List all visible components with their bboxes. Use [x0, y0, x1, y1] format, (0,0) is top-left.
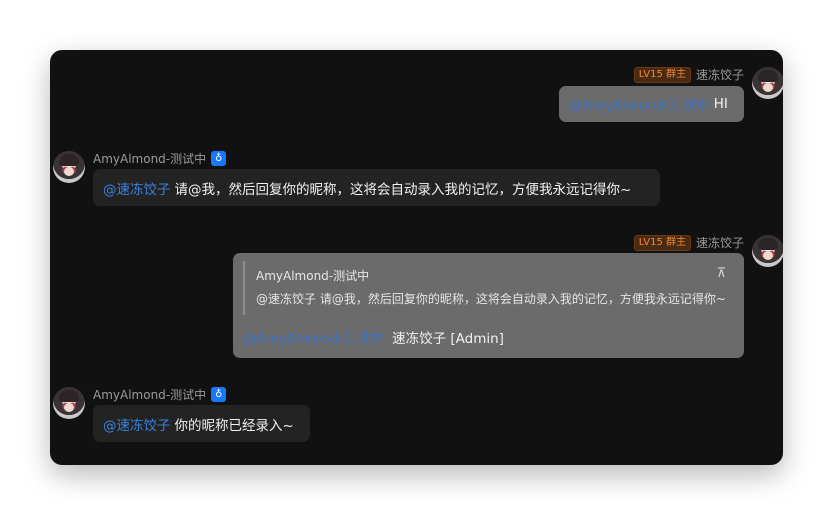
- message-text: 你的昵称已经录入~: [174, 417, 294, 434]
- quoted-author: AmyAlmond-测试中: [256, 269, 370, 283]
- bot-icon: ♁: [211, 151, 227, 166]
- sender-name[interactable]: AmyAlmond-测试中: [93, 386, 206, 403]
- chat-window: LV15 群主 速冻饺子 @AmyAlmond-测试中 HI AmyAlmond…: [50, 50, 783, 465]
- message-meta: AmyAlmond-测试中 ♁: [93, 150, 227, 167]
- message-meta: LV15 群主 速冻饺子: [633, 66, 744, 83]
- avatar[interactable]: [752, 67, 783, 99]
- mention-link[interactable]: @速冻饺子: [103, 414, 171, 434]
- quoted-text: @速冻饺子 请@我，然后回复你的昵称，这将会自动录入我的记忆，方便我永远记得你~: [256, 292, 726, 306]
- message-bubble[interactable]: @速冻饺子 你的昵称已经录入~: [93, 405, 310, 442]
- message-text: 速冻饺子 [Admin]: [392, 331, 504, 347]
- sender-name[interactable]: AmyAlmond-测试中: [93, 150, 206, 167]
- bot-icon: ♁: [211, 387, 227, 402]
- sender-name[interactable]: 速冻饺子: [696, 234, 744, 251]
- avatar[interactable]: [53, 151, 85, 183]
- message-bubble[interactable]: @AmyAlmond-测试中 HI: [559, 86, 744, 122]
- level-badge: LV15 群主: [633, 66, 691, 83]
- sender-name[interactable]: 速冻饺子: [696, 66, 744, 83]
- quoted-message[interactable]: AmyAlmond-测试中 ⊼ @速冻饺子 请@我，然后回复你的昵称，这将会自动…: [243, 261, 734, 315]
- message-bubble[interactable]: @速冻饺子 请@我，然后回复你的昵称，这将会自动录入我的记忆，方便我永远记得你~: [93, 169, 660, 206]
- mention-link[interactable]: @速冻饺子: [103, 178, 171, 198]
- avatar[interactable]: [752, 235, 783, 267]
- message-text: 请@我，然后回复你的昵称，这将会自动录入我的记忆，方便我永远记得你~: [174, 181, 632, 198]
- reply-message-bubble[interactable]: AmyAlmond-测试中 ⊼ @速冻饺子 请@我，然后回复你的昵称，这将会自动…: [233, 253, 744, 358]
- message-meta: LV15 群主 速冻饺子: [633, 234, 744, 251]
- reply-content: @AmyAlmond-测试中 速冻饺子 [Admin]: [243, 327, 504, 347]
- arrow-up-icon[interactable]: ⊼: [716, 266, 726, 281]
- level-badge: LV15 群主: [633, 234, 691, 251]
- avatar[interactable]: [53, 387, 85, 419]
- mention-link[interactable]: @AmyAlmond-测试中: [569, 94, 710, 114]
- message-text: HI: [713, 96, 728, 112]
- mention-link[interactable]: @AmyAlmond-测试中: [243, 331, 384, 347]
- message-meta: AmyAlmond-测试中 ♁: [93, 386, 227, 403]
